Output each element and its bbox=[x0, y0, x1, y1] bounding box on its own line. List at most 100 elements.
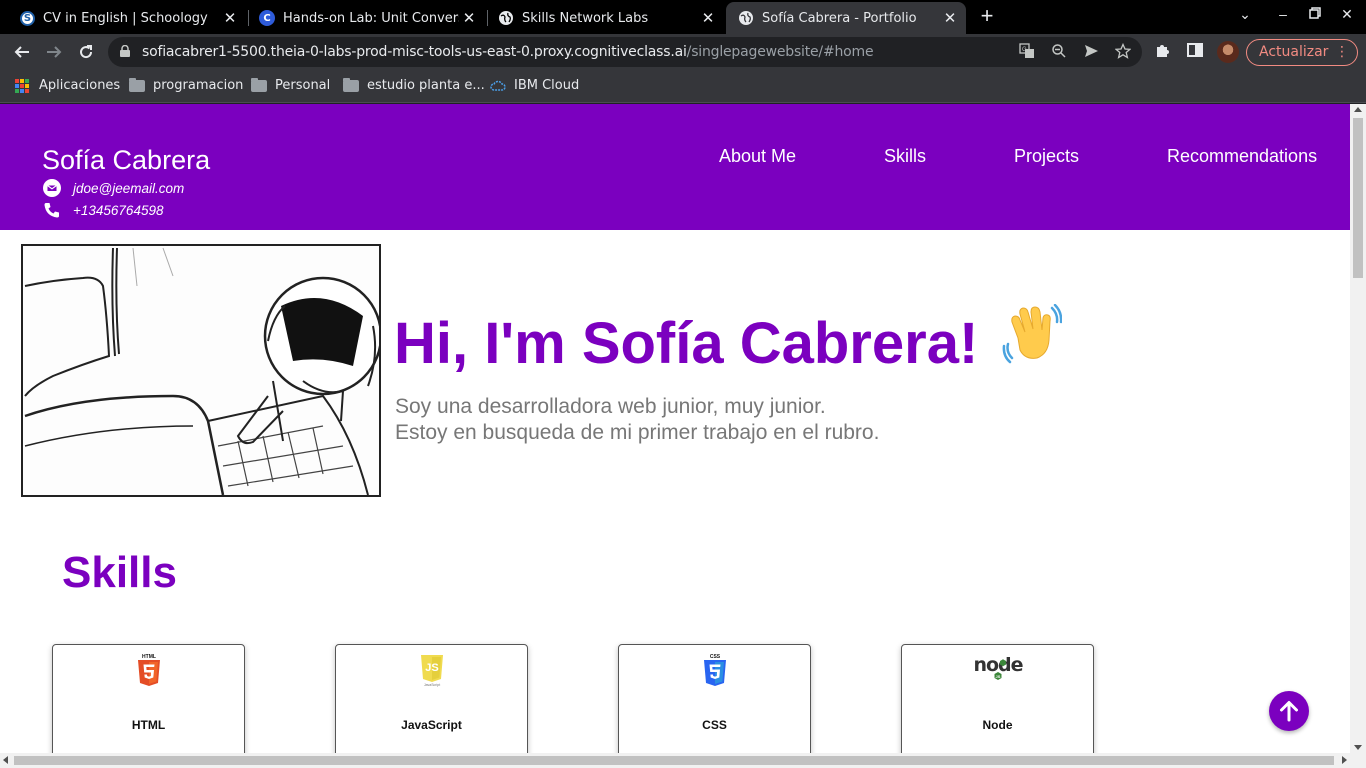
folder-icon bbox=[129, 77, 145, 92]
hero-subtitle: Soy una desarrolladora web junior, muy j… bbox=[395, 394, 879, 446]
email-contact[interactable]: jdoe@jeemail.com bbox=[42, 179, 184, 197]
nav-about-me[interactable]: About Me bbox=[719, 146, 796, 167]
tab-title: Sofía Cabrera - Portfolio bbox=[762, 10, 917, 26]
new-tab-button[interactable]: + bbox=[976, 5, 998, 28]
apps-grid-icon bbox=[15, 78, 29, 93]
tab-schoology[interactable]: S CV in English | Schoology ✕ bbox=[8, 2, 246, 34]
browser-toolbar: sofiacabrer1-5500.theia-0-labs-prod-misc… bbox=[0, 34, 1366, 70]
zoom-icon[interactable] bbox=[1050, 43, 1068, 61]
close-tab-icon[interactable]: ✕ bbox=[940, 9, 960, 27]
minimize-icon[interactable]: – bbox=[1273, 6, 1293, 22]
phone-contact[interactable]: +13456764598 bbox=[42, 201, 163, 219]
scroll-down-icon[interactable] bbox=[1354, 745, 1362, 750]
tab-skills-network[interactable]: Skills Network Labs ✕ bbox=[486, 2, 724, 34]
html5-logo-icon: HTML bbox=[53, 653, 244, 687]
skill-card-css: CSS CSS bbox=[618, 644, 811, 753]
update-button[interactable]: Actualizar ⋮ bbox=[1246, 39, 1358, 66]
tab-hands-on-lab[interactable]: C Hands-on Lab: Unit Conversion ✕ bbox=[247, 2, 485, 34]
arrow-up-icon bbox=[1280, 701, 1298, 722]
star-icon[interactable] bbox=[1114, 42, 1132, 61]
nodejs-logo-icon: node JS bbox=[902, 653, 1093, 687]
globe-icon bbox=[738, 10, 754, 26]
menu-dots-icon[interactable]: ⋮ bbox=[1335, 40, 1349, 65]
phone-text: +13456764598 bbox=[73, 202, 164, 218]
skill-card-html: HTML HTML bbox=[52, 644, 245, 753]
horizontal-scrollbar[interactable] bbox=[0, 753, 1366, 768]
bookmark-personal[interactable]: Personal bbox=[251, 77, 331, 93]
scroll-up-icon[interactable] bbox=[1354, 107, 1362, 112]
restore-icon[interactable] bbox=[1305, 6, 1325, 22]
bookmarks-bar: Aplicaciones programacion Personal estud… bbox=[0, 70, 1366, 103]
svg-text:JavaScript: JavaScript bbox=[423, 683, 439, 687]
hero-subtitle-line: Estoy en busqueda de mi primer trabajo e… bbox=[395, 421, 880, 444]
wave-hand-icon bbox=[1002, 303, 1063, 378]
reload-icon[interactable] bbox=[74, 40, 98, 64]
skill-name: Node bbox=[982, 718, 1013, 732]
vertical-scrollbar[interactable] bbox=[1350, 104, 1366, 753]
hero-subtitle-line: Soy una desarrolladora web junior, muy j… bbox=[395, 395, 826, 418]
folder-icon bbox=[343, 77, 359, 92]
skill-card-javascript: JS JavaScript JavaScript bbox=[335, 644, 528, 753]
forward-arrow-icon[interactable] bbox=[42, 40, 66, 64]
avatar[interactable] bbox=[1217, 41, 1239, 63]
ibm-cloud-icon bbox=[490, 80, 506, 91]
skills-heading: Skills bbox=[62, 548, 177, 597]
back-arrow-icon[interactable] bbox=[10, 40, 34, 64]
back-to-top-button[interactable] bbox=[1269, 691, 1309, 731]
skill-name: HTML bbox=[131, 718, 166, 732]
nav-recommendations[interactable]: Recommendations bbox=[1167, 146, 1317, 167]
site-header: Sofía Cabrera jdoe@jeemail.com +13456764… bbox=[0, 104, 1350, 230]
bookmark-label: Personal bbox=[275, 78, 331, 93]
tab-search-icon[interactable]: ⌄ bbox=[1235, 6, 1255, 23]
lock-icon[interactable] bbox=[120, 45, 130, 57]
hero-title: Hi, I'm Sofía Cabrera! bbox=[394, 303, 1063, 378]
css3-logo-icon: CSS bbox=[619, 653, 810, 687]
svg-text:HTML: HTML bbox=[142, 654, 156, 660]
cognitiveclass-favicon-icon: C bbox=[259, 10, 275, 26]
email-icon bbox=[42, 179, 62, 197]
bookmark-label: estudio planta e... bbox=[367, 78, 485, 93]
horizontal-scroll-thumb[interactable] bbox=[14, 756, 1334, 765]
tab-title: Skills Network Labs bbox=[522, 10, 649, 26]
bookmark-estudio-planta[interactable]: estudio planta e... bbox=[343, 77, 485, 93]
tab-title: Hands-on Lab: Unit Conversion bbox=[283, 10, 459, 26]
scroll-left-icon[interactable] bbox=[3, 756, 8, 764]
url-host: sofiacabrer1-5500.theia-0-labs-prod-misc… bbox=[142, 44, 687, 60]
globe-icon bbox=[498, 10, 514, 26]
bookmark-label: programacion bbox=[153, 78, 244, 93]
extensions-icon[interactable] bbox=[1153, 42, 1173, 62]
vertical-scroll-thumb[interactable] bbox=[1353, 118, 1363, 278]
reading-mode-icon[interactable] bbox=[1185, 42, 1205, 62]
phone-icon bbox=[42, 201, 62, 219]
tab-strip: S CV in English | Schoology ✕ C Hands-on… bbox=[0, 0, 1366, 34]
page-viewport: Sofía Cabrera jdoe@jeemail.com +13456764… bbox=[0, 104, 1350, 753]
bookmark-aplicaciones[interactable]: Aplicaciones bbox=[15, 78, 120, 93]
nav-projects[interactable]: Projects bbox=[1014, 146, 1079, 167]
nav-skills[interactable]: Skills bbox=[884, 146, 926, 167]
site-name: Sofía Cabrera bbox=[42, 145, 211, 175]
address-bar[interactable]: sofiacabrer1-5500.theia-0-labs-prod-misc… bbox=[108, 37, 1142, 67]
url-text[interactable]: sofiacabrer1-5500.theia-0-labs-prod-misc… bbox=[142, 44, 874, 60]
scroll-right-icon[interactable] bbox=[1342, 756, 1347, 764]
tab-title: CV in English | Schoology bbox=[43, 10, 208, 26]
svg-text:CSS: CSS bbox=[709, 654, 720, 660]
email-text: jdoe@jeemail.com bbox=[73, 180, 185, 196]
skill-name: CSS bbox=[702, 718, 727, 732]
send-icon[interactable] bbox=[1082, 43, 1100, 61]
bookmark-label: Aplicaciones bbox=[39, 78, 121, 93]
profile-illustration bbox=[21, 244, 381, 497]
hero-title-text: Hi, I'm Sofía Cabrera! bbox=[394, 311, 979, 376]
close-tab-icon[interactable]: ✕ bbox=[698, 9, 718, 27]
javascript-logo-icon: JS JavaScript bbox=[336, 653, 527, 687]
skill-card-node: node JS Node bbox=[901, 644, 1094, 753]
close-tab-icon[interactable]: ✕ bbox=[459, 9, 479, 27]
translate-icon[interactable]: G bbox=[1018, 43, 1036, 61]
svg-text:G: G bbox=[1022, 47, 1027, 53]
bookmark-label: IBM Cloud bbox=[514, 78, 580, 93]
close-window-icon[interactable]: ✕ bbox=[1337, 6, 1357, 23]
bookmark-programacion[interactable]: programacion bbox=[129, 77, 244, 93]
close-tab-icon[interactable]: ✕ bbox=[220, 9, 240, 27]
bookmark-ibm-cloud[interactable]: IBM Cloud bbox=[490, 78, 579, 93]
tab-portfolio[interactable]: Sofía Cabrera - Portfolio ✕ bbox=[726, 2, 966, 34]
folder-icon bbox=[251, 77, 267, 92]
